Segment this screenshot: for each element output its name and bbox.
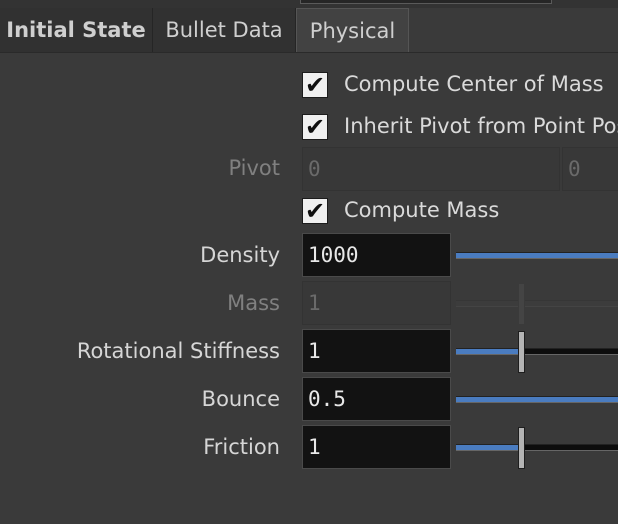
density-field[interactable]: 1000 xyxy=(302,233,451,277)
mass-label: Mass xyxy=(227,291,280,315)
slider-track xyxy=(456,300,618,307)
density-label: Density xyxy=(200,243,280,267)
pivot-x-field[interactable]: 0 xyxy=(302,147,560,191)
friction-slider[interactable] xyxy=(456,425,618,469)
top-strip xyxy=(0,0,618,8)
tab-physical[interactable]: Physical xyxy=(296,8,409,52)
inherit-pivot-label: Inherit Pivot from Point Pos xyxy=(344,114,618,138)
rotational-stiffness-slider[interactable] xyxy=(456,329,618,373)
pivot-label: Pivot xyxy=(228,156,280,180)
pivot-y-field[interactable]: 0 xyxy=(562,147,618,191)
density-slider[interactable] xyxy=(456,233,618,277)
tab-divider xyxy=(0,52,618,53)
rotational-stiffness-label: Rotational Stiffness xyxy=(76,339,280,363)
slider-track xyxy=(456,396,618,403)
slider-fill xyxy=(456,397,618,402)
slider-track xyxy=(456,348,618,355)
top-field-edge xyxy=(300,0,552,4)
tab-bar: Initial State Bullet Data Physical xyxy=(0,8,618,53)
compute-mass-checkbox[interactable]: ✔ xyxy=(302,198,328,224)
checkmark-icon: ✔ xyxy=(304,197,326,225)
compute-center-of-mass-label: Compute Center of Mass xyxy=(344,72,604,96)
compute-mass-label: Compute Mass xyxy=(344,198,500,222)
compute-center-of-mass-checkbox[interactable]: ✔ xyxy=(302,72,328,98)
slider-track xyxy=(456,252,618,259)
slider-fill xyxy=(456,253,618,258)
tab-initial-state[interactable]: Initial State xyxy=(0,8,153,52)
bounce-slider[interactable] xyxy=(456,377,618,421)
slider-track xyxy=(456,444,618,451)
bounce-label: Bounce xyxy=(201,387,280,411)
slider-handle xyxy=(517,283,525,325)
mass-slider xyxy=(456,281,618,325)
slider-handle[interactable] xyxy=(517,331,525,373)
slider-handle[interactable] xyxy=(517,427,525,469)
rotational-stiffness-field[interactable]: 1 xyxy=(302,329,451,373)
friction-label: Friction xyxy=(203,435,280,459)
mass-field: 1 xyxy=(302,281,451,325)
tab-bullet-data[interactable]: Bullet Data xyxy=(153,8,296,52)
inherit-pivot-checkbox[interactable]: ✔ xyxy=(302,114,328,140)
friction-field[interactable]: 1 xyxy=(302,425,451,469)
slider-fill xyxy=(456,445,521,450)
checkmark-icon: ✔ xyxy=(304,71,326,99)
slider-fill xyxy=(456,349,521,354)
checkmark-icon: ✔ xyxy=(304,113,326,141)
bounce-field[interactable]: 0.5 xyxy=(302,377,451,421)
